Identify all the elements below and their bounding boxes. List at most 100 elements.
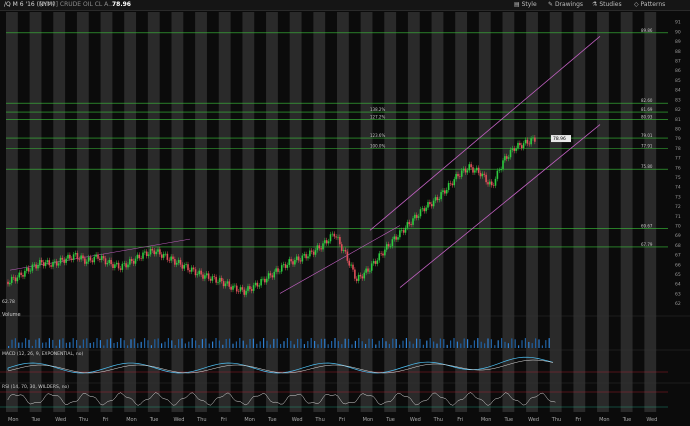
x-axis-label: Wed (410, 417, 421, 423)
price-chart[interactable]: 62 63 64 65 66 67 68 69 70 71 72 73 74 75 76 77 78 79 80 81… (0, 0, 690, 426)
candle-body (530, 138, 532, 145)
candle-body (127, 264, 129, 268)
candle-body (475, 167, 478, 171)
candle-body (61, 257, 64, 260)
candle-body (213, 276, 216, 277)
volume-label: Volume (2, 312, 21, 318)
volume-bar (72, 338, 74, 348)
candle-body (155, 251, 157, 255)
price-tick-label: 77 (675, 156, 681, 162)
x-axis-label: Thu (78, 417, 88, 423)
candle-body (391, 239, 394, 247)
price-tick-label: 68 (675, 243, 681, 249)
volume-bar (21, 342, 23, 348)
candle-body (31, 264, 34, 271)
x-axis-label: Mon (8, 417, 19, 423)
candle-body (219, 277, 221, 283)
candle-body (324, 240, 326, 244)
candle-body (260, 279, 262, 286)
volume-bar (344, 338, 346, 348)
candle-body (89, 257, 92, 261)
candle-body (245, 290, 247, 295)
candle-body (177, 259, 180, 263)
session-band (360, 12, 373, 412)
x-axis-label: Wed (292, 417, 303, 423)
volume-bar (490, 339, 492, 348)
candle-body (241, 287, 244, 290)
volume-bar (232, 343, 234, 348)
volume-bar (42, 342, 44, 348)
price-tick-label: 67 (675, 253, 681, 259)
volume-bar (388, 343, 390, 348)
volume-bar (368, 338, 370, 348)
volume-bar (65, 342, 67, 348)
candle-body (511, 148, 514, 150)
volume-bar (480, 341, 482, 348)
volume-bar (48, 338, 50, 348)
candle-body (385, 244, 388, 250)
candle-body (224, 283, 227, 287)
session-band (171, 12, 184, 412)
candle-body (239, 287, 242, 292)
volume-bar (439, 338, 441, 348)
candle-body (282, 264, 285, 266)
volume-bar (154, 339, 156, 348)
candle-body (7, 281, 9, 285)
candle-body (112, 264, 114, 269)
candle-body (429, 202, 431, 205)
candle-body (404, 227, 407, 233)
candle-body (142, 252, 144, 259)
candle-body (513, 148, 516, 151)
candle-body (85, 261, 88, 264)
volume-bar (82, 339, 84, 348)
volume-bar (477, 338, 479, 348)
rsi-label: RSI (14, 70, 30, WILDERS, no) (2, 385, 70, 390)
price-tick-label: 76 (675, 165, 681, 171)
candle-body (520, 145, 523, 149)
candle-body (434, 197, 437, 201)
candle-body (400, 230, 403, 231)
candle-body (99, 258, 101, 261)
candle-body (438, 199, 441, 201)
candle-body (487, 182, 489, 185)
candle-body (310, 250, 313, 252)
candle-body (309, 250, 311, 257)
candle-body (449, 183, 452, 184)
candle-body (235, 285, 238, 292)
fib-label: 123.6% (370, 133, 385, 138)
fib-value: 79.01 (641, 133, 653, 138)
volume-bar (144, 338, 146, 348)
macd-line (7, 356, 554, 374)
volume-bar (59, 339, 61, 348)
volume-bar (133, 338, 135, 348)
volume-bar (18, 342, 20, 348)
candle-body (202, 274, 204, 279)
candle-body (502, 160, 504, 169)
candle-body (399, 230, 401, 238)
candle-body (37, 265, 39, 269)
session-band (407, 12, 420, 412)
candle-body (114, 264, 116, 269)
volume-bar (456, 341, 458, 348)
candle-body (179, 259, 182, 265)
volume-bar (89, 342, 91, 348)
price-tick-label: 90 (675, 29, 681, 35)
volume-bar (11, 339, 13, 348)
session-band (549, 12, 562, 412)
candle-body (198, 270, 201, 275)
candle-body (504, 156, 506, 161)
candle-body (357, 274, 360, 281)
candle-body (115, 262, 118, 265)
candle-body (247, 286, 249, 291)
fib-value: 77.91 (641, 144, 653, 149)
volume-bar (86, 338, 88, 348)
volume-bar (178, 339, 180, 348)
x-axis-label: Mon (126, 417, 137, 423)
volume-bar (25, 338, 27, 348)
fib-value: 89.86 (641, 28, 653, 33)
candle-body (445, 189, 448, 194)
volume-bar (331, 340, 333, 348)
candle-body (134, 258, 137, 264)
x-axis-label: Tue (31, 417, 41, 423)
fib-value: 67.79 (641, 242, 653, 247)
